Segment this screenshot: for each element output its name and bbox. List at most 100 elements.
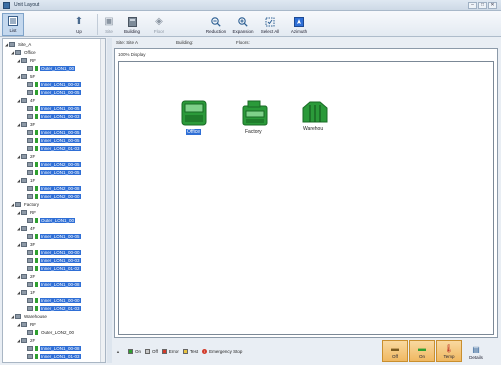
tree-scrollbar[interactable] <box>100 39 105 362</box>
tree-folder-item[interactable]: ◢1F <box>16 360 36 362</box>
device-unit-icon <box>27 281 33 287</box>
tree-device-item[interactable]: Inner_LON2_01-03 <box>22 304 81 312</box>
tree-node-label: Site_A <box>18 41 32 47</box>
all-off-button[interactable]: ▬ Off <box>382 340 408 362</box>
tree-device-item[interactable]: Inner_LON1_00-08 <box>22 280 81 288</box>
app-icon <box>3 1 10 9</box>
maximize-button[interactable]: □ <box>478 2 487 9</box>
status-indicator-icon <box>35 345 38 351</box>
status-indicator-icon <box>35 249 38 255</box>
tree-folder-item[interactable]: ◢ 4F <box>16 224 36 232</box>
site-button[interactable]: ▣ Site <box>99 13 119 36</box>
building-icon <box>127 16 138 27</box>
tree-device-item[interactable]: Inner_LON1_00-00 <box>22 296 81 304</box>
tree-device-item[interactable]: Outer_LON2_00 <box>22 328 75 336</box>
tree-node-label: Inner_LON1_00-05 <box>40 129 81 135</box>
tree-folder-item[interactable]: ◢1F <box>16 288 36 296</box>
tree-folder-item[interactable]: ◢ Warehouse <box>10 312 48 320</box>
tree-device-item[interactable]: Inner_LON2_01-03 <box>22 144 81 152</box>
tree-folder-item[interactable]: ◢ Office <box>10 48 37 56</box>
warehouse-building-icon <box>302 101 328 123</box>
expansion-button[interactable]: Expansion <box>230 13 256 36</box>
tree-folder-item[interactable]: ◢ RF <box>16 208 37 216</box>
tree-folder-item[interactable]: ◢ 3F <box>16 240 36 248</box>
tree-folder-item[interactable]: ◢ 2F <box>16 336 36 344</box>
tree-device-item[interactable]: Inner_LON1_00-08 <box>22 344 81 352</box>
reduction-button[interactable]: Reduction <box>203 13 229 36</box>
tree-device-item[interactable]: Inner_LON1_00-05 <box>22 232 81 240</box>
tree-folder-item[interactable]: ◢ 2F <box>16 272 36 280</box>
details-button[interactable]: ▤ Details <box>463 340 489 362</box>
folder-icon <box>21 225 27 231</box>
azimuth-button[interactable]: Azimuth <box>286 13 312 36</box>
details-label: Details <box>469 355 483 360</box>
tree-device-item[interactable]: Inner_LON2_00-05 <box>22 160 81 168</box>
azimuth-label: Azimuth <box>290 29 308 34</box>
emergency-icon: ! <box>202 349 208 354</box>
folder-icon <box>21 121 27 127</box>
close-button[interactable]: ✕ <box>488 2 497 9</box>
status-indicator-icon <box>35 305 38 311</box>
tree-device-item[interactable]: Inner_LON1_00-05 <box>22 128 81 136</box>
tree-folder-item[interactable]: ◢1F <box>16 176 36 184</box>
tree-device-item[interactable]: Inner_LON1_00-03 <box>22 112 81 120</box>
tree-node-label: Inner_LON1_00-00 <box>40 249 81 255</box>
tree-folder-item[interactable]: ◢ 3F <box>16 120 36 128</box>
panel-splitter[interactable] <box>107 38 112 363</box>
tree-folder-item[interactable]: ◢ RF <box>16 56 37 64</box>
tree-node-label: Inner_LON2_00-00 <box>40 193 81 199</box>
select-all-button[interactable]: Select All <box>257 13 283 36</box>
status-indicator-icon <box>35 297 38 303</box>
tree-folder-item[interactable]: ◢ RF <box>16 320 37 328</box>
on-swatch-icon <box>127 349 133 354</box>
tree-device-item[interactable]: Outer_LON1_00 <box>22 216 76 224</box>
layout-canvas[interactable]: Office Factory Warehou <box>118 61 494 335</box>
tree-node-label: 5F <box>30 73 36 79</box>
tree-node-label: Warehouse <box>24 313 47 319</box>
building-warehouse[interactable] <box>302 100 328 126</box>
tree-device-item[interactable]: Inner_LON2_00-00 <box>22 192 81 200</box>
status-indicator-icon <box>35 65 38 71</box>
folder-icon <box>15 49 21 55</box>
tree-device-item[interactable]: Inner_LON1_00-05 <box>22 168 81 176</box>
tree-folder-item[interactable]: ◢ Factory <box>10 200 40 208</box>
minimize-button[interactable]: – <box>468 2 477 9</box>
tree-device-item[interactable]: Inner_LON1_00-03 <box>22 256 81 264</box>
folder-icon <box>21 321 27 327</box>
tree-folder-item[interactable]: ◢ 4F <box>16 96 36 104</box>
tree-device-item[interactable]: Inner_LON1_00-00 <box>22 248 81 256</box>
list-button[interactable]: List <box>2 13 24 36</box>
tree-node-label: Inner_LON1_00-05 <box>40 89 81 95</box>
device-unit-icon <box>27 89 33 95</box>
tree-device-item[interactable]: Inner_LON1_00-05 <box>22 104 81 112</box>
up-button[interactable]: ⬆ Up <box>68 13 90 36</box>
site-icon: ▣ <box>104 15 114 27</box>
tree-folder-item[interactable]: ◢ 5F <box>16 72 36 80</box>
off-swatch-icon <box>144 349 150 354</box>
tree-node-label: 1F <box>30 177 36 183</box>
building-office[interactable] <box>181 100 207 126</box>
folder-icon <box>21 153 27 159</box>
building-factory[interactable] <box>242 100 268 126</box>
building-button[interactable]: Building <box>120 13 144 36</box>
tree-device-item[interactable]: Inner_LON2_00-08 <box>22 184 81 192</box>
status-indicator-icon <box>35 329 38 335</box>
building-label: Building <box>123 29 140 34</box>
status-indicator-icon <box>35 129 38 135</box>
folder-icon <box>21 337 27 343</box>
tree-device-item[interactable]: Inner_LON1_00-05 <box>22 136 81 144</box>
all-on-button[interactable]: ▬ On <box>409 340 435 362</box>
tree-device-item[interactable]: Inner_LON1_01-02 <box>22 264 81 272</box>
tree-folder-item[interactable]: ◢ Site_A <box>4 40 32 48</box>
temp-button[interactable]: 🌡 Temp <box>436 340 462 362</box>
status-indicator-icon <box>35 137 38 143</box>
tree-folder-item[interactable]: ◢ 2F <box>16 152 36 160</box>
tree-device-item[interactable]: Inner_LON1_01-03 <box>22 352 81 360</box>
off-icon: ▬ <box>391 344 399 353</box>
tree-node-label: Inner_LON1_00-03 <box>40 257 81 263</box>
tree-device-item[interactable]: Inner_LON1_00-02 <box>22 80 81 88</box>
floor-button[interactable]: ◈ Floor <box>148 13 170 36</box>
tree-device-item[interactable]: Inner_LON1_00-05 <box>22 88 81 96</box>
tree-device-item[interactable]: Outer_LON1_00 <box>22 64 76 72</box>
tree-node-label: Outer_LON1_00 <box>40 65 76 71</box>
